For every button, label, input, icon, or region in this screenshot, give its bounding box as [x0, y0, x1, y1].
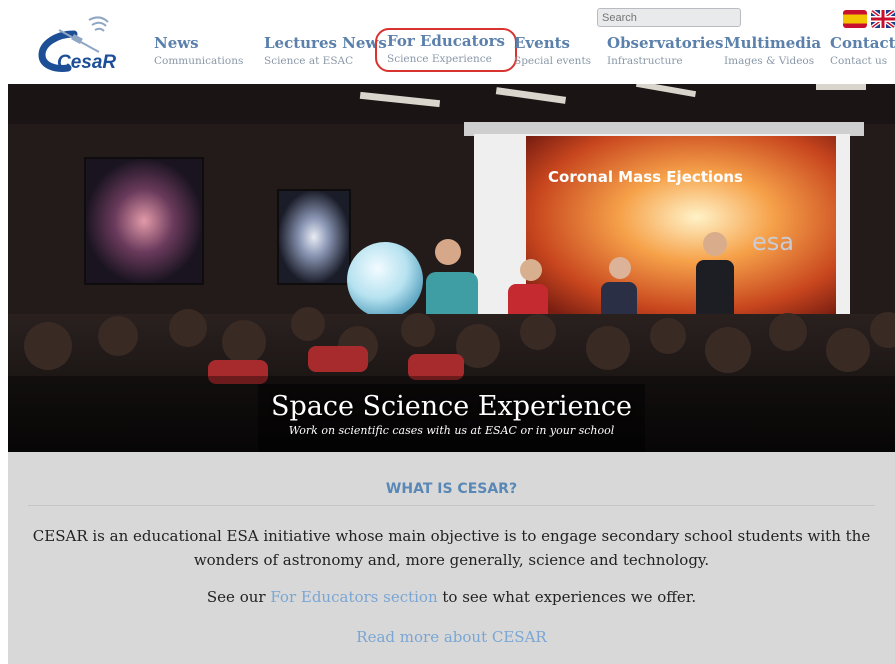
for-educators-link[interactable]: For Educators section: [270, 588, 437, 606]
about-line2-suffix: to see what experiences we offer.: [437, 588, 697, 606]
about-line2-prefix: See our: [206, 588, 271, 606]
hero-caption: Space Science Experience Work on scienti…: [8, 391, 895, 438]
nav-news[interactable]: News Communications: [154, 34, 243, 68]
nav-for-educators-label: For Educators: [387, 32, 505, 50]
nav-news-label: News: [154, 34, 199, 52]
hero-banner: Coronal Mass Ejections esa Space Science…: [8, 84, 895, 452]
hero-subtitle: Work on scientific cases with us at ESAC…: [288, 424, 615, 437]
cesar-logo[interactable]: CesaR: [34, 10, 134, 72]
screen-title: Coronal Mass Ejections: [548, 168, 743, 186]
search-input[interactable]: [597, 8, 741, 27]
nav-for-educators-sub: Science Experience: [387, 53, 492, 65]
nav-events[interactable]: Events Special events: [514, 34, 591, 68]
screen-esa-logo: esa: [752, 228, 794, 256]
about-heading: WHAT IS CESAR?: [385, 481, 518, 497]
nav-lectures-news-sub: Science at ESAC: [264, 55, 354, 67]
logo-text: CesaR: [57, 52, 116, 72]
about-section: WHAT IS CESAR? CESAR is an educational E…: [8, 452, 895, 664]
nav-events-label: Events: [514, 34, 570, 52]
site-header: CesaR News Communications Lectures News …: [0, 0, 895, 84]
nav-contact-sub: Contact us: [830, 55, 888, 67]
nav-events-sub: Special events: [514, 55, 592, 67]
about-educators-line: See our For Educators section to see wha…: [8, 587, 895, 607]
nav-for-educators[interactable]: For Educators Science Experience: [375, 28, 517, 72]
flag-spain-icon[interactable]: [843, 10, 867, 28]
nav-news-sub: Communications: [154, 55, 244, 67]
flag-uk-icon[interactable]: [871, 10, 895, 28]
nav-multimedia[interactable]: Multimedia Images & Videos: [724, 34, 821, 68]
nav-multimedia-label: Multimedia: [724, 34, 822, 52]
about-divider: [28, 505, 875, 506]
read-more-link[interactable]: Read more about CESAR: [8, 627, 895, 647]
nav-contact-label: Contact: [830, 34, 895, 52]
nav-lectures-news[interactable]: Lectures News Science at ESAC: [264, 34, 387, 68]
hero-title: Space Science Experience: [270, 391, 633, 422]
about-description: CESAR is an educational ESA initiative w…: [32, 527, 871, 569]
nav-observatories-sub: Infrastructure: [607, 55, 683, 67]
nav-observatories[interactable]: Observatories Infrastructure: [607, 34, 723, 68]
nav-lectures-news-label: Lectures News: [264, 34, 387, 52]
nav-observatories-label: Observatories: [607, 34, 724, 52]
nav-contact[interactable]: Contact Contact us: [830, 34, 895, 68]
nav-multimedia-sub: Images & Videos: [724, 55, 815, 67]
